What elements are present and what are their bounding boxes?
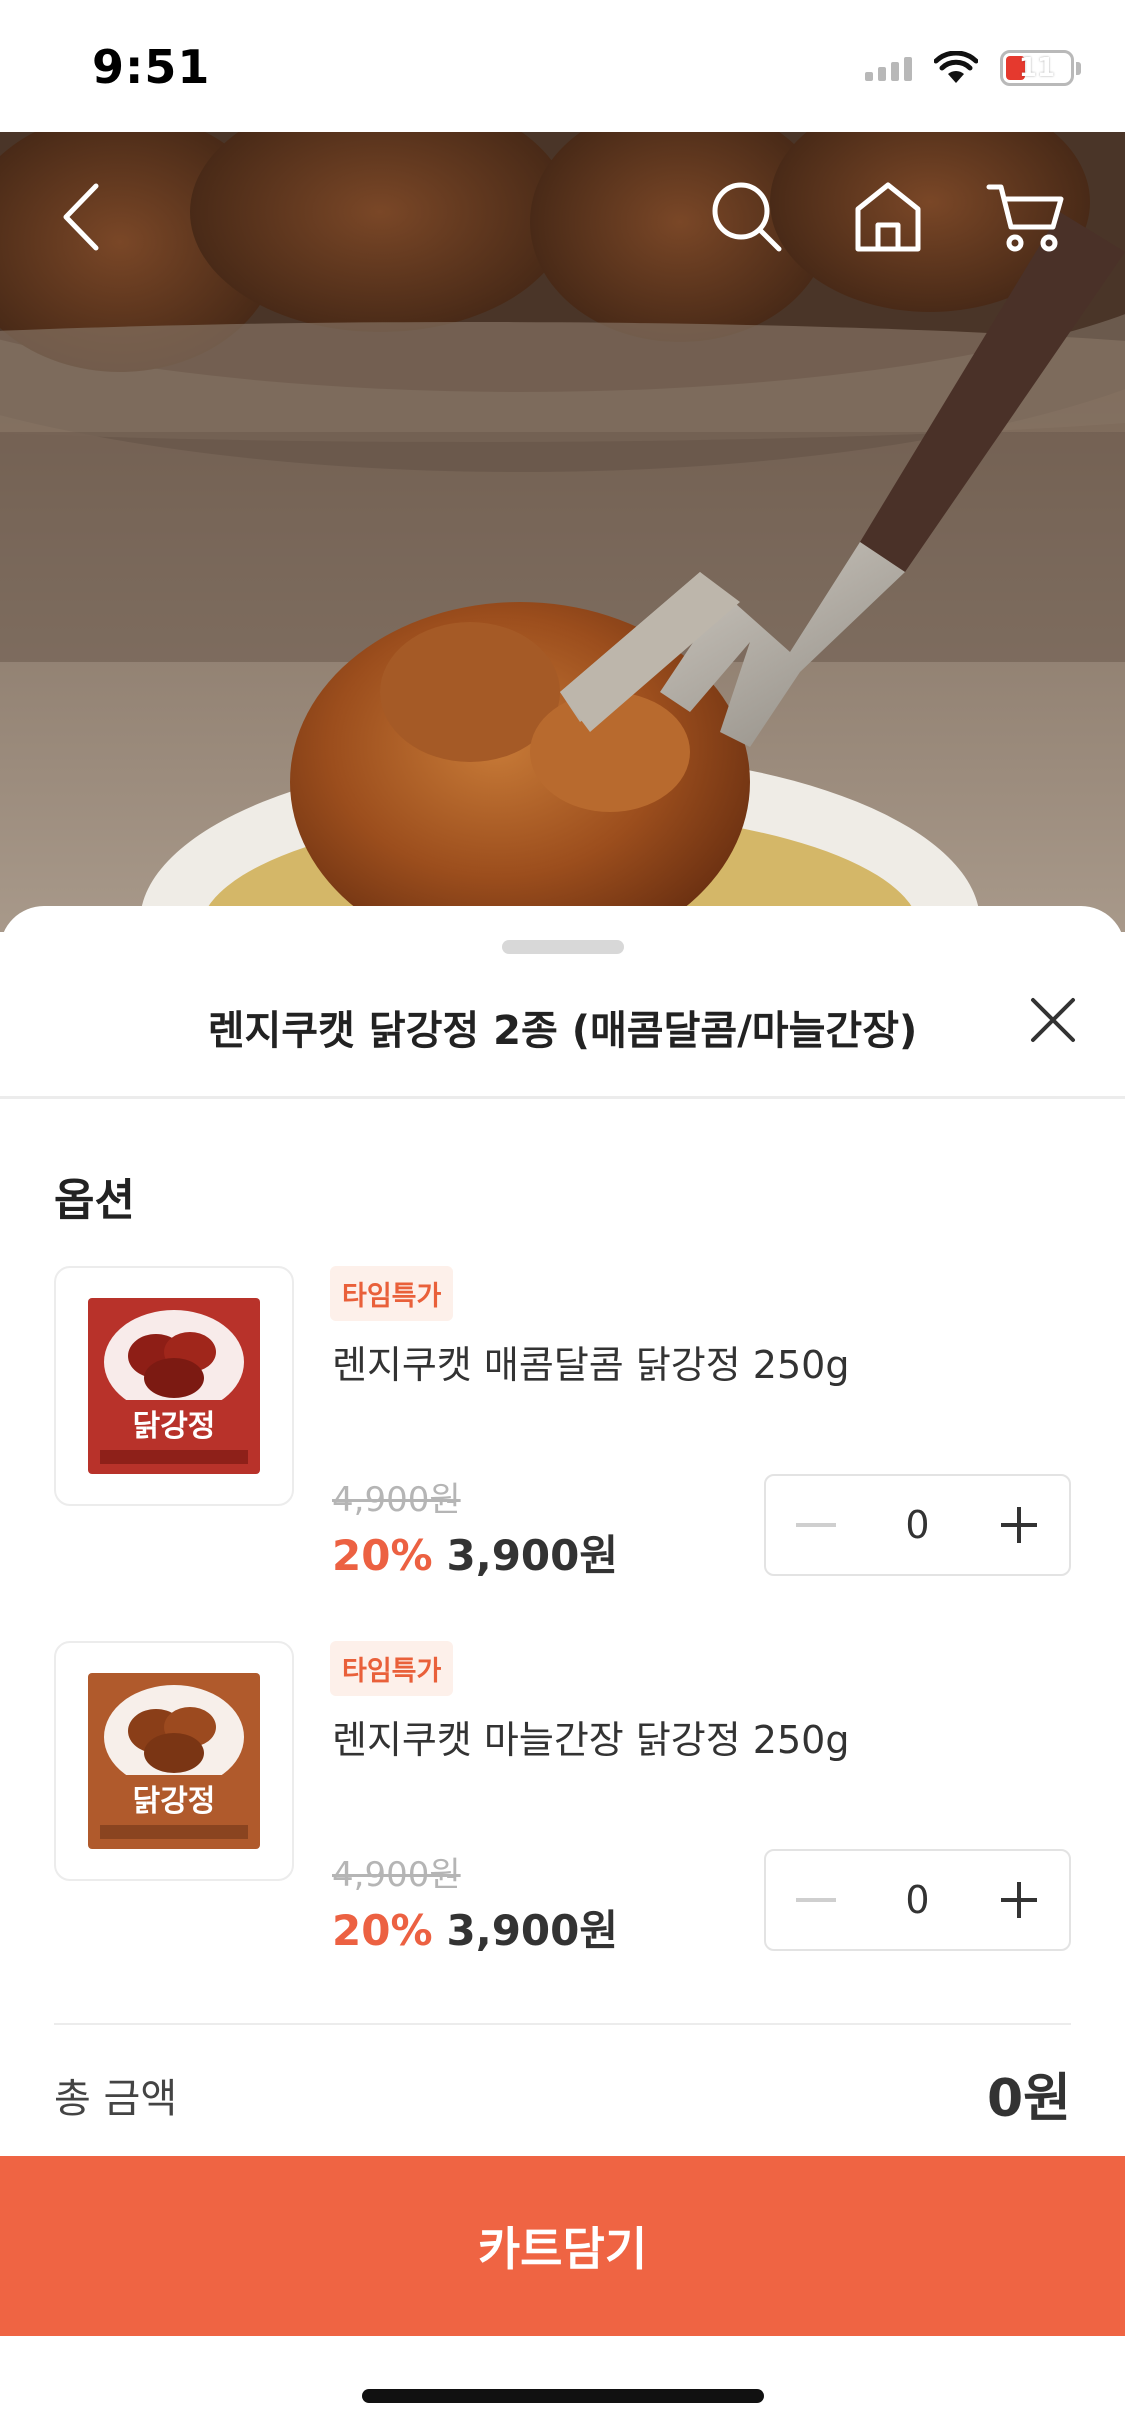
divider (0, 1096, 1125, 1099)
product-package-image: 닭강정 (88, 1298, 260, 1474)
product-thumbnail: 닭강정 (54, 1641, 294, 1881)
quantity-stepper: 0 (764, 1849, 1071, 1951)
quantity-value: 0 (905, 1503, 930, 1547)
plus-icon (1001, 1882, 1037, 1918)
search-icon (712, 182, 782, 252)
divider (54, 2023, 1071, 2025)
sale-price: 3,900원 (446, 1531, 619, 1580)
svg-text:닭강정: 닭강정 (133, 1784, 216, 1819)
sale-price-row: 20% 3,900원 (332, 1897, 618, 1958)
discount-rate: 20% (332, 1531, 433, 1580)
increase-quantity-button[interactable] (969, 1475, 1069, 1575)
sale-price-row: 20% 3,900원 (332, 1522, 618, 1583)
home-icon (855, 182, 921, 252)
home-indicator (362, 2389, 764, 2403)
cellular-signal-icon (865, 55, 912, 81)
time-deal-badge: 타임특가 (330, 1266, 454, 1321)
discount-rate: 20% (332, 1906, 433, 1955)
close-button[interactable] (1021, 988, 1085, 1052)
product-thumbnail: 닭강정 (54, 1266, 294, 1506)
product-package-image: 닭강정 (88, 1673, 260, 1849)
chevron-left-icon (63, 183, 99, 251)
status-time: 9:51 (92, 40, 211, 94)
total-amount-value: 0원 (986, 2069, 1071, 2129)
svg-text:닭강정: 닭강정 (133, 1409, 216, 1444)
wifi-icon (934, 51, 978, 83)
option-item: 닭강정 타임특가 렌지쿠캣 매콤달콤 닭강정 250g 4,900원 20% 3… (54, 1266, 1071, 1586)
time-deal-badge: 타임특가 (330, 1641, 454, 1696)
home-button[interactable] (843, 172, 933, 262)
original-price: 4,900원 (332, 1480, 461, 1520)
option-bottom-sheet: 렌지쿠캣 닭강정 2종 (매콤달콤/마늘간장) 옵션 닭강정 타임특가 렌지쿠캣… (0, 906, 1125, 2436)
cart-button[interactable] (980, 172, 1070, 262)
back-button[interactable] (38, 172, 128, 262)
top-navigation (0, 132, 1125, 312)
option-name: 렌지쿠캣 매콤달콤 닭강정 250g (332, 1343, 850, 1387)
section-title-options: 옵션 (54, 1175, 135, 1226)
option-name: 렌지쿠캣 마늘간장 닭강정 250g (332, 1718, 850, 1762)
battery-icon: 11 (1000, 50, 1081, 86)
plus-icon (1001, 1507, 1037, 1543)
cart-icon (986, 184, 1064, 252)
sheet-title: 렌지쿠캣 닭강정 2종 (매콤달콤/마늘간장) (207, 1008, 918, 1054)
add-to-cart-button[interactable]: 카트담기 (0, 2156, 1125, 2336)
quantity-stepper: 0 (764, 1474, 1071, 1576)
increase-quantity-button[interactable] (969, 1850, 1069, 1950)
minus-icon (796, 1523, 836, 1527)
original-price: 4,900원 (332, 1855, 461, 1895)
status-bar: 9:51 11 (0, 0, 1125, 132)
sheet-grabber[interactable] (502, 940, 624, 954)
quantity-value: 0 (905, 1878, 930, 1922)
minus-icon (796, 1898, 836, 1902)
decrease-quantity-button[interactable] (766, 1475, 866, 1575)
status-icons: 11 (865, 50, 1081, 86)
close-icon (1031, 998, 1075, 1042)
option-item: 닭강정 타임특가 렌지쿠캣 마늘간장 닭강정 250g 4,900원 20% 3… (54, 1641, 1071, 1961)
search-button[interactable] (702, 172, 792, 262)
total-amount-label: 총 금액 (54, 2076, 178, 2122)
decrease-quantity-button[interactable] (766, 1850, 866, 1950)
battery-level: 11 (1018, 53, 1056, 83)
sale-price: 3,900원 (446, 1906, 619, 1955)
